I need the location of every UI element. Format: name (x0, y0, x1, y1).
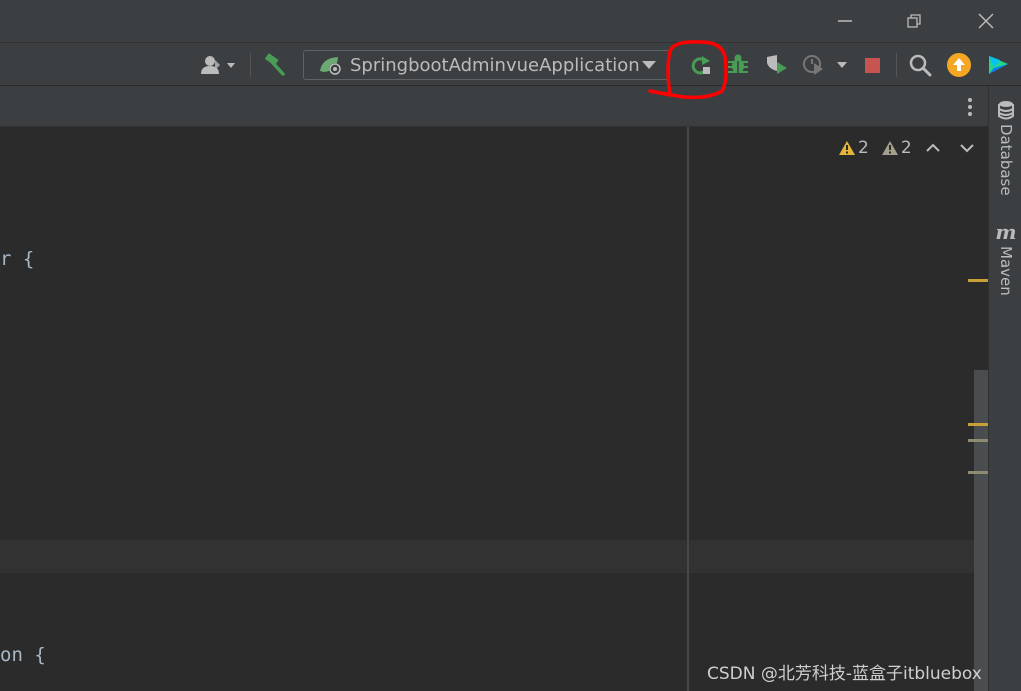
restore-icon (907, 14, 921, 28)
run-configuration-selector[interactable]: SpringbootAdminvueApplication (303, 50, 670, 80)
maven-tab-label: Maven (997, 246, 1015, 296)
run-configuration-label: SpringbootAdminvueApplication (350, 54, 640, 76)
close-icon (978, 13, 994, 29)
build-button[interactable] (260, 52, 288, 78)
update-icon (947, 53, 971, 77)
database-icon (998, 101, 1014, 120)
stop-button[interactable] (860, 52, 884, 78)
error-stripe-mark[interactable] (968, 439, 988, 442)
coverage-icon (767, 55, 787, 74)
right-tool-window-strip: Database m Maven (988, 86, 1021, 691)
profiler-icon (803, 55, 847, 75)
tab-actions-menu-button[interactable] (962, 94, 978, 120)
inspection-widget[interactable]: 2 2 (838, 137, 976, 159)
ide-window: SpringbootAdminvueApplication r {on {2… (0, 0, 1021, 691)
database-tab-label: Database (997, 124, 1015, 196)
search-icon (909, 54, 932, 77)
chevron-up-icon[interactable] (924, 140, 942, 156)
more-vertical-icon (968, 98, 972, 116)
maven-tool-tab[interactable]: m Maven (993, 222, 1019, 296)
minimize-button[interactable] (827, 6, 863, 36)
close-button[interactable] (968, 6, 1004, 36)
chevron-down-icon (837, 62, 847, 68)
toolbar-separator (896, 53, 897, 77)
error-stripe-mark[interactable] (968, 423, 988, 426)
watermark: CSDN @北芳科技-蓝盒子itbluebox (707, 664, 982, 684)
profiler-button[interactable] (800, 52, 852, 78)
search-everywhere-button[interactable] (906, 52, 934, 78)
code-line: r { (0, 248, 35, 270)
vertical-scrollbar[interactable] (974, 370, 988, 691)
spring-boot-icon (320, 57, 341, 75)
run-with-coverage-button[interactable] (762, 52, 790, 78)
build-hammer-icon (264, 53, 285, 76)
chevron-down-icon[interactable] (958, 140, 976, 156)
stop-icon (865, 58, 880, 73)
code-editor[interactable] (0, 127, 974, 691)
annotation-circle (648, 40, 728, 100)
main-toolbar: SpringbootAdminvueApplication (0, 42, 1021, 86)
warning-icon (839, 141, 855, 155)
error-stripe-mark[interactable] (968, 279, 988, 282)
restore-button[interactable] (896, 6, 932, 36)
editor-tab-bar (0, 86, 988, 127)
account-button[interactable] (196, 52, 240, 78)
code-line: on { (0, 644, 46, 666)
toolbar-separator (250, 53, 251, 77)
warnings-count: 2 (858, 138, 869, 158)
chevron-down-icon (227, 63, 235, 68)
title-bar (0, 0, 1021, 42)
jetbrains-toolbox-button[interactable] (985, 52, 1013, 78)
database-tool-tab[interactable]: Database (993, 100, 1019, 196)
jetbrains-toolbox-icon (989, 56, 1008, 74)
caret-row-highlight (0, 540, 974, 573)
weak-warnings-count: 2 (900, 138, 912, 158)
error-stripe-mark[interactable] (968, 471, 988, 474)
update-button[interactable] (945, 52, 973, 78)
right-margin-guide (687, 127, 689, 691)
weak-warning-icon (881, 141, 898, 155)
minimize-icon (838, 20, 852, 22)
maven-icon: m (995, 220, 1017, 244)
user-icon (201, 56, 235, 74)
